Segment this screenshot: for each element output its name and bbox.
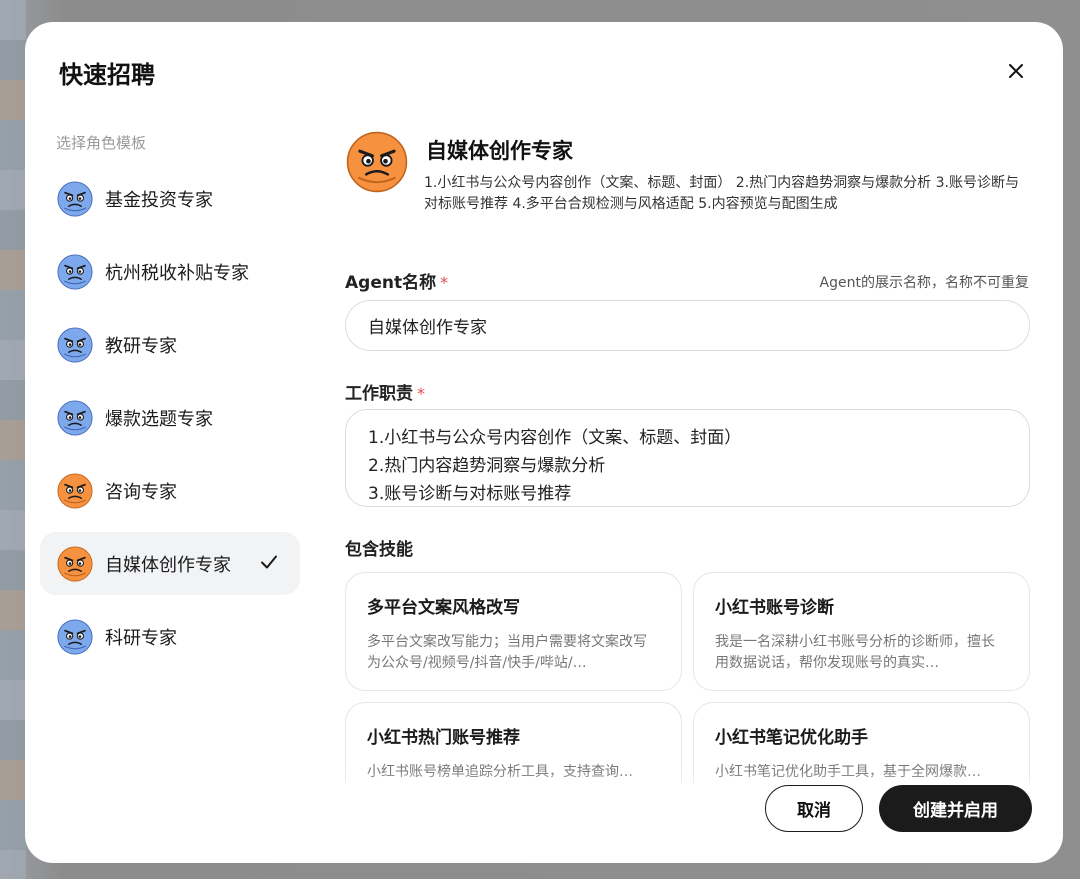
avatar	[57, 326, 93, 363]
required-mark: *	[440, 273, 449, 292]
sidebar-item-role[interactable]: 爆款选题专家	[40, 386, 300, 449]
sidebar-item-label: 科研专家	[105, 627, 177, 649]
close-button[interactable]	[1000, 55, 1032, 87]
skill-card[interactable]: 小红书账号诊断 我是一名深耕小红书账号分析的诊断师，擅长用数据说话，帮你发现账号…	[693, 572, 1030, 691]
sidebar-item-label: 教研专家	[105, 335, 177, 357]
skill-description: 我是一名深耕小红书账号分析的诊断师，擅长用数据说话，帮你发现账号的真实…	[715, 634, 995, 671]
name-field-label: Agent名称	[345, 273, 437, 293]
duty-line: 3.账号诊断与对标账号推荐	[368, 484, 572, 504]
sidebar-item-role[interactable]: 杭州税收补贴专家	[40, 240, 300, 303]
create-and-enable-button[interactable]: 创建并启用	[879, 785, 1032, 832]
sidebar-item-role[interactable]: 咨询专家	[40, 459, 300, 522]
skill-title: 小红书热门账号推荐	[367, 728, 520, 748]
duty-line: 1.小红书与公众号内容创作（文案、标题、封面）	[368, 428, 742, 448]
close-icon	[1009, 64, 1023, 78]
skill-title: 多平台文案风格改写	[367, 598, 520, 618]
agent-header: 自媒体创作专家 1.小红书与公众号内容创作（文案、标题、封面） 2.热门内容趋势…	[345, 128, 1033, 248]
agent-detail-panel: 自媒体创作专家 1.小红书与公众号内容创作（文案、标题、封面） 2.热门内容趋势…	[345, 128, 1033, 783]
skill-title: 小红书账号诊断	[715, 598, 834, 618]
sidebar-item-label: 杭州税收补贴专家	[105, 262, 249, 284]
sidebar-item-role[interactable]: 自媒体创作专家	[40, 532, 300, 595]
name-field-label-row: Agent名称 * Agent的展示名称，名称不可重复	[345, 268, 1033, 302]
duty-textarea[interactable]: 1.小红书与公众号内容创作（文案、标题、封面） 2.热门内容趋势洞察与爆款分析 …	[345, 409, 1030, 507]
sidebar-heading: 选择角色模板	[56, 134, 147, 152]
cancel-button[interactable]: 取消	[765, 785, 863, 832]
sidebar-item-label: 咨询专家	[105, 481, 177, 503]
modal-title: 快速招聘	[59, 61, 155, 89]
agent-description: 1.小红书与公众号内容创作（文案、标题、封面） 2.热门内容趋势洞察与爆款分析 …	[424, 175, 1019, 212]
skill-card[interactable]: 多平台文案风格改写 多平台文案改写能力；当用户需要将文案改写为公众号/视频号/抖…	[345, 572, 682, 691]
sidebar-item-role[interactable]: 教研专家	[40, 313, 300, 376]
sidebar-item-label: 基金投资专家	[105, 189, 213, 211]
avatar	[57, 180, 93, 217]
role-template-list: 基金投资专家杭州税收补贴专家 教研专家爆款选题专家 咨询专家自媒体创作专家 科研专家	[40, 167, 300, 678]
sidebar-item-role[interactable]: 基金投资专家	[40, 167, 300, 230]
duty-line: 2.热门内容趋势洞察与爆款分析	[368, 456, 606, 476]
avatar	[57, 253, 93, 290]
sidebar-item-label: 自媒体创作专家	[105, 554, 231, 576]
name-field-hint: Agent的展示名称，名称不可重复	[819, 275, 1029, 291]
avatar	[57, 472, 93, 509]
duty-field-label-row: 工作职责 *	[345, 379, 1033, 413]
avatar	[57, 618, 93, 655]
required-mark: *	[417, 384, 425, 403]
agent-avatar	[346, 131, 408, 193]
skill-description: 多平台文案改写能力；当用户需要将文案改写为公众号/视频号/抖音/快手/哔站/…	[367, 634, 647, 671]
skills-label: 包含技能	[345, 540, 413, 560]
skill-title: 小红书笔记优化助手	[715, 728, 868, 748]
quick-hire-modal: 快速招聘 选择角色模板 基金投资专家杭州税收补贴专家 教研专家爆款选题专家 咨询专家…	[25, 22, 1063, 863]
sidebar-item-label: 爆款选题专家	[105, 408, 213, 430]
check-icon	[260, 553, 278, 571]
agent-name-input[interactable]: 自媒体创作专家	[345, 300, 1030, 351]
skills-grid: 多平台文案风格改写 多平台文案改写能力；当用户需要将文案改写为公众号/视频号/抖…	[345, 572, 1033, 783]
avatar	[57, 545, 93, 582]
sidebar-item-role[interactable]: 科研专家	[40, 605, 300, 668]
duty-field-label: 工作职责	[345, 384, 413, 404]
avatar	[57, 399, 93, 436]
agent-name: 自媒体创作专家	[426, 139, 573, 163]
